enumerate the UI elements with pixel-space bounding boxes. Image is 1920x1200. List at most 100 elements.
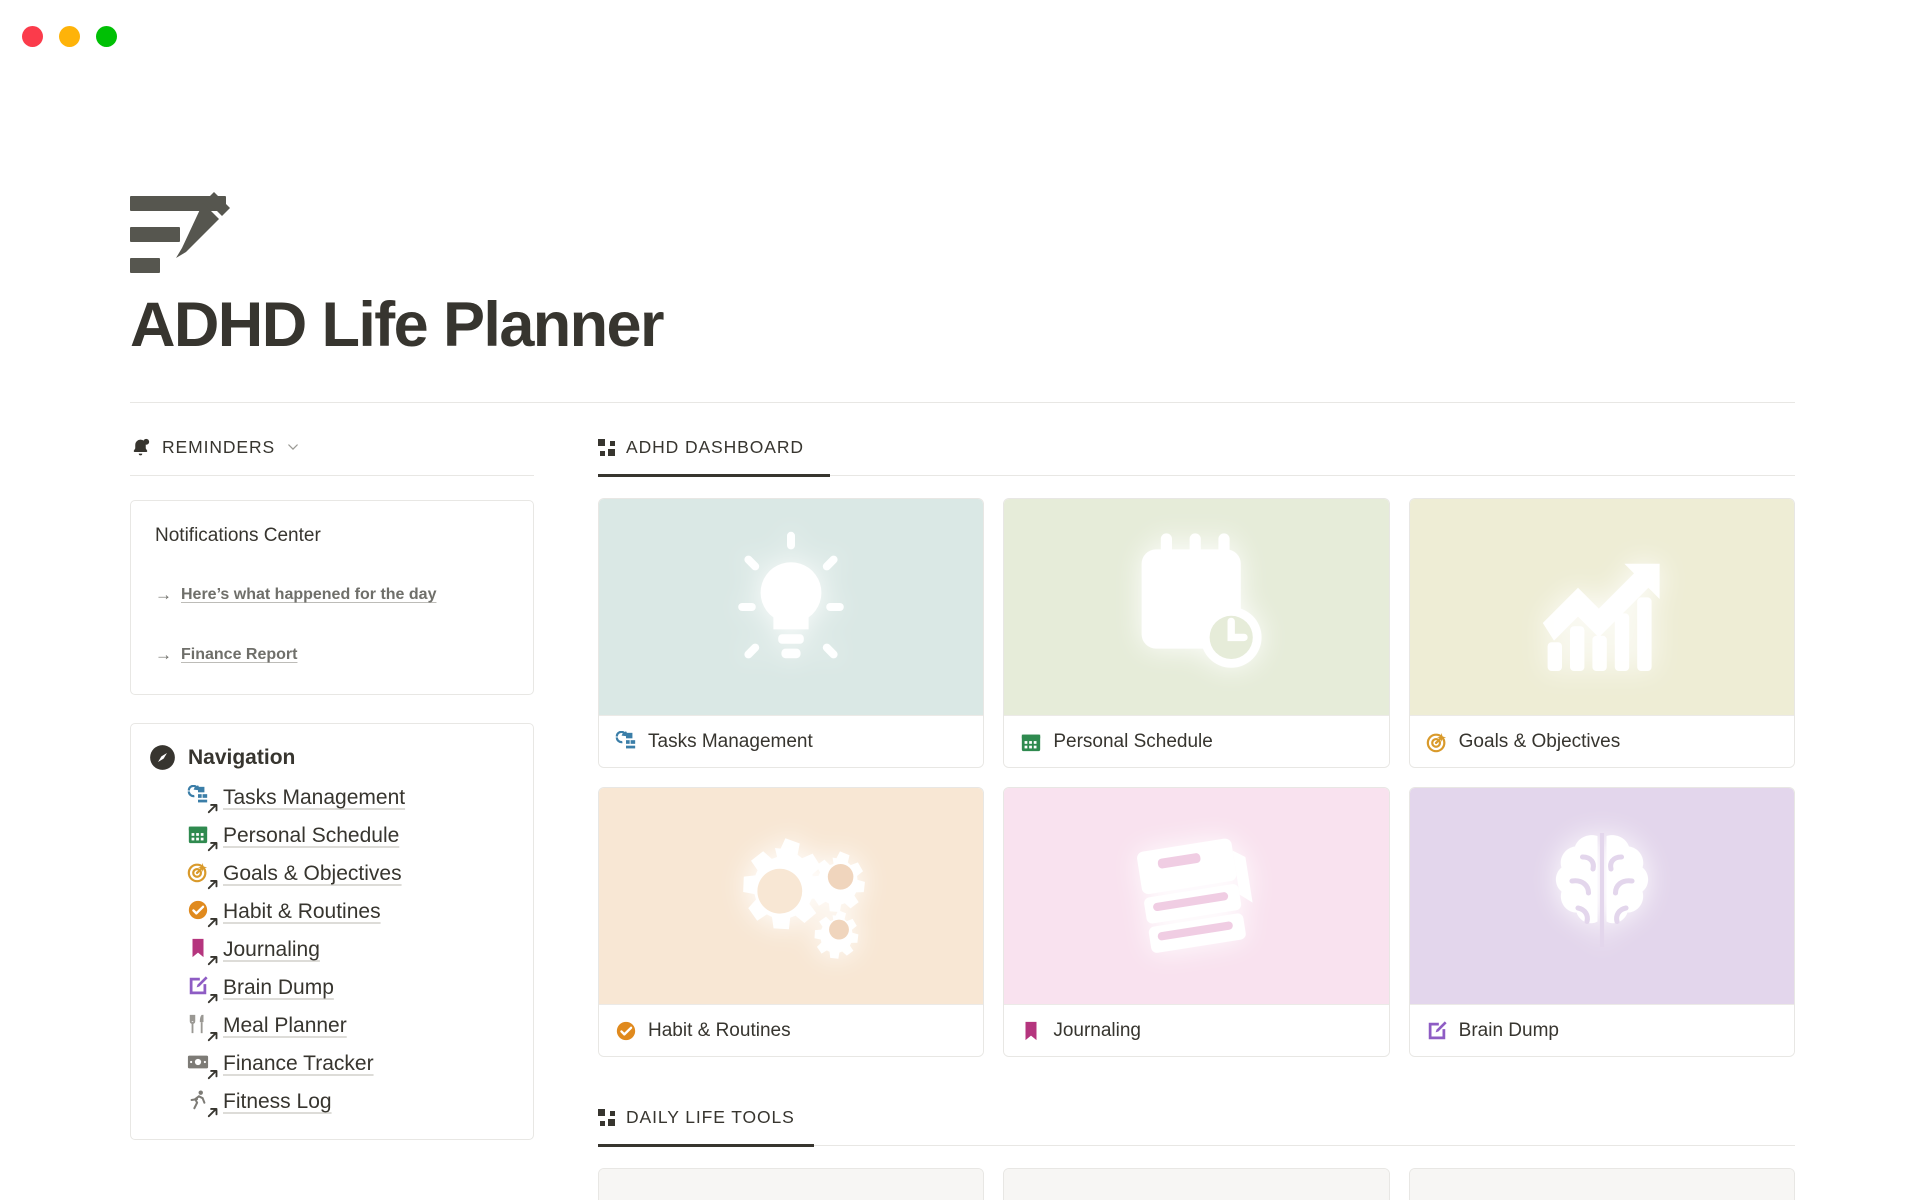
sidebar-item-meal-planner[interactable]: Meal Planner (145, 1007, 515, 1045)
card-label: Habit & Routines (648, 1019, 791, 1041)
sidebar-item-label: Finance Tracker (223, 1052, 374, 1075)
tools-card-grid: Meal Planner Finance Tracker Fitness Log (598, 1168, 1795, 1200)
arrow-right-icon: → (155, 645, 172, 664)
close-button[interactable] (22, 25, 43, 47)
external-link-arrow-icon (207, 1108, 218, 1118)
dashboard-divider (598, 473, 1795, 477)
note-pencil-icon (130, 192, 230, 273)
check-circle-icon (615, 1020, 637, 1042)
bookmark-icon (187, 937, 218, 966)
dashboard-card-grid: Tasks Management Personal Schedule Goals… (598, 498, 1795, 1057)
growth-chart-illustration (1409, 499, 1794, 715)
bell-icon (133, 438, 150, 455)
reminders-section-header[interactable]: REMINDERS (130, 433, 534, 475)
navigation-list: Tasks Management Personal Schedule Goals… (145, 779, 515, 1121)
card-footer: Tasks Management (599, 715, 984, 767)
card-footer: Journaling (1004, 1004, 1389, 1056)
external-link-arrow-icon (207, 1070, 218, 1080)
window-titlebar (0, 0, 1920, 72)
reminders-label: REMINDERS (162, 436, 276, 457)
tab-label: ADHD DASHBOARD (626, 436, 804, 457)
tab-label: DAILY LIFE TOOLS (626, 1106, 795, 1127)
card-personal-schedule[interactable]: Personal Schedule (1003, 498, 1390, 768)
gears-illustration (599, 788, 984, 1004)
runner-icon (187, 1089, 218, 1118)
sidebar-item-label: Tasks Management (223, 786, 406, 809)
compass-icon (150, 745, 175, 770)
external-link-arrow-icon (207, 918, 218, 928)
card-label: Personal Schedule (1053, 730, 1213, 752)
arrow-right-icon: → (155, 585, 172, 604)
maximize-button[interactable] (96, 25, 117, 47)
sidebar-item-label: Fitness Log (223, 1090, 332, 1113)
card-footer: Personal Schedule (1004, 715, 1389, 767)
calendar-icon (1020, 731, 1042, 753)
sidebar-item-label: Meal Planner (223, 1014, 347, 1037)
external-link-arrow-icon (207, 880, 218, 890)
sidebar-item-goals-objectives[interactable]: Goals & Objectives (145, 855, 515, 893)
notification-link-label: Here’s what happened for the day (181, 586, 437, 603)
card-label: Goals & Objectives (1458, 730, 1621, 752)
sidebar-item-habit-routines[interactable]: Habit & Routines (145, 893, 515, 931)
card-fitness-log[interactable]: Fitness Log (1408, 1168, 1795, 1200)
tab-daily-life-tools[interactable]: DAILY LIFE TOOLS (598, 1103, 1795, 1145)
sidebar: REMINDERS Notifications Center → Here’s … (130, 433, 534, 1200)
external-link-arrow-icon (207, 804, 218, 814)
card-footer: Brain Dump (1409, 1004, 1794, 1056)
sidebar-item-label: Brain Dump (223, 976, 334, 999)
calendar-clock-illustration (1004, 499, 1389, 715)
card-habit-routines[interactable]: Habit & Routines (598, 787, 985, 1057)
card-brain-dump[interactable]: Brain Dump (1408, 787, 1795, 1057)
notification-link[interactable]: → Here’s what happened for the day (149, 579, 515, 611)
title-divider (130, 402, 1795, 403)
tab-adhd-dashboard[interactable]: ADHD DASHBOARD (598, 433, 1795, 475)
card-journaling[interactable]: Journaling (1003, 787, 1390, 1057)
external-link-arrow-icon (207, 994, 218, 1004)
sidebar-item-tasks-management[interactable]: Tasks Management (145, 779, 515, 817)
pencil-square-icon (187, 975, 218, 1004)
sidebar-item-label: Goals & Objectives (223, 862, 402, 885)
sidebar-item-label: Journaling (223, 938, 320, 961)
card-label: Brain Dump (1458, 1019, 1559, 1041)
card-footer: Goals & Objectives (1409, 715, 1794, 767)
check-circle-icon (187, 899, 218, 928)
main-content: ADHD DASHBOARD Tasks Management Personal… (598, 433, 1795, 1200)
sidebar-item-label: Habit & Routines (223, 900, 381, 923)
page-title: ADHD Life Planner (130, 290, 664, 360)
sidebar-item-journaling[interactable]: Journaling (145, 931, 515, 969)
books-illustration (1004, 788, 1389, 1004)
notifications-center-title: Notifications Center (155, 525, 321, 546)
sidebar-item-label: Personal Schedule (223, 824, 400, 847)
sidebar-item-personal-schedule[interactable]: Personal Schedule (145, 817, 515, 855)
card-tasks-management[interactable]: Tasks Management (598, 498, 985, 768)
runner-illustration (1409, 1169, 1794, 1200)
cutlery-icon (187, 1013, 218, 1042)
sidebar-item-finance-tracker[interactable]: Finance Tracker (145, 1045, 515, 1083)
card-finance-tracker[interactable]: Finance Tracker (1003, 1168, 1390, 1200)
notification-link[interactable]: → Finance Report (149, 639, 515, 671)
external-link-arrow-icon (207, 842, 218, 852)
tasks-icon (187, 784, 218, 814)
target-icon (187, 861, 218, 890)
cutlery-illustration (599, 1169, 984, 1200)
chevron-down-icon[interactable] (286, 440, 300, 454)
money-illustration (1004, 1169, 1389, 1200)
notification-link-label: Finance Report (181, 646, 298, 663)
page-content: ADHD Life Planner REMINDERS Notification… (130, 192, 1795, 1200)
card-meal-planner[interactable]: Meal Planner (598, 1168, 985, 1200)
window-controls (22, 25, 117, 47)
grid-icon (598, 438, 615, 456)
calendar-icon (187, 823, 218, 852)
navigation-panel: Navigation Tasks Management Personal Sch… (130, 723, 534, 1140)
card-label: Tasks Management (648, 730, 813, 752)
minimize-button[interactable] (59, 25, 80, 47)
navigation-header: Navigation (145, 742, 515, 779)
card-goals-objectives[interactable]: Goals & Objectives (1408, 498, 1795, 768)
tools-divider (598, 1143, 1795, 1147)
navigation-title: Navigation (188, 745, 296, 769)
tasks-icon (615, 730, 637, 753)
sidebar-item-brain-dump[interactable]: Brain Dump (145, 969, 515, 1007)
external-link-arrow-icon (207, 956, 218, 966)
grid-icon (598, 1108, 615, 1126)
sidebar-item-fitness-log[interactable]: Fitness Log (145, 1083, 515, 1121)
